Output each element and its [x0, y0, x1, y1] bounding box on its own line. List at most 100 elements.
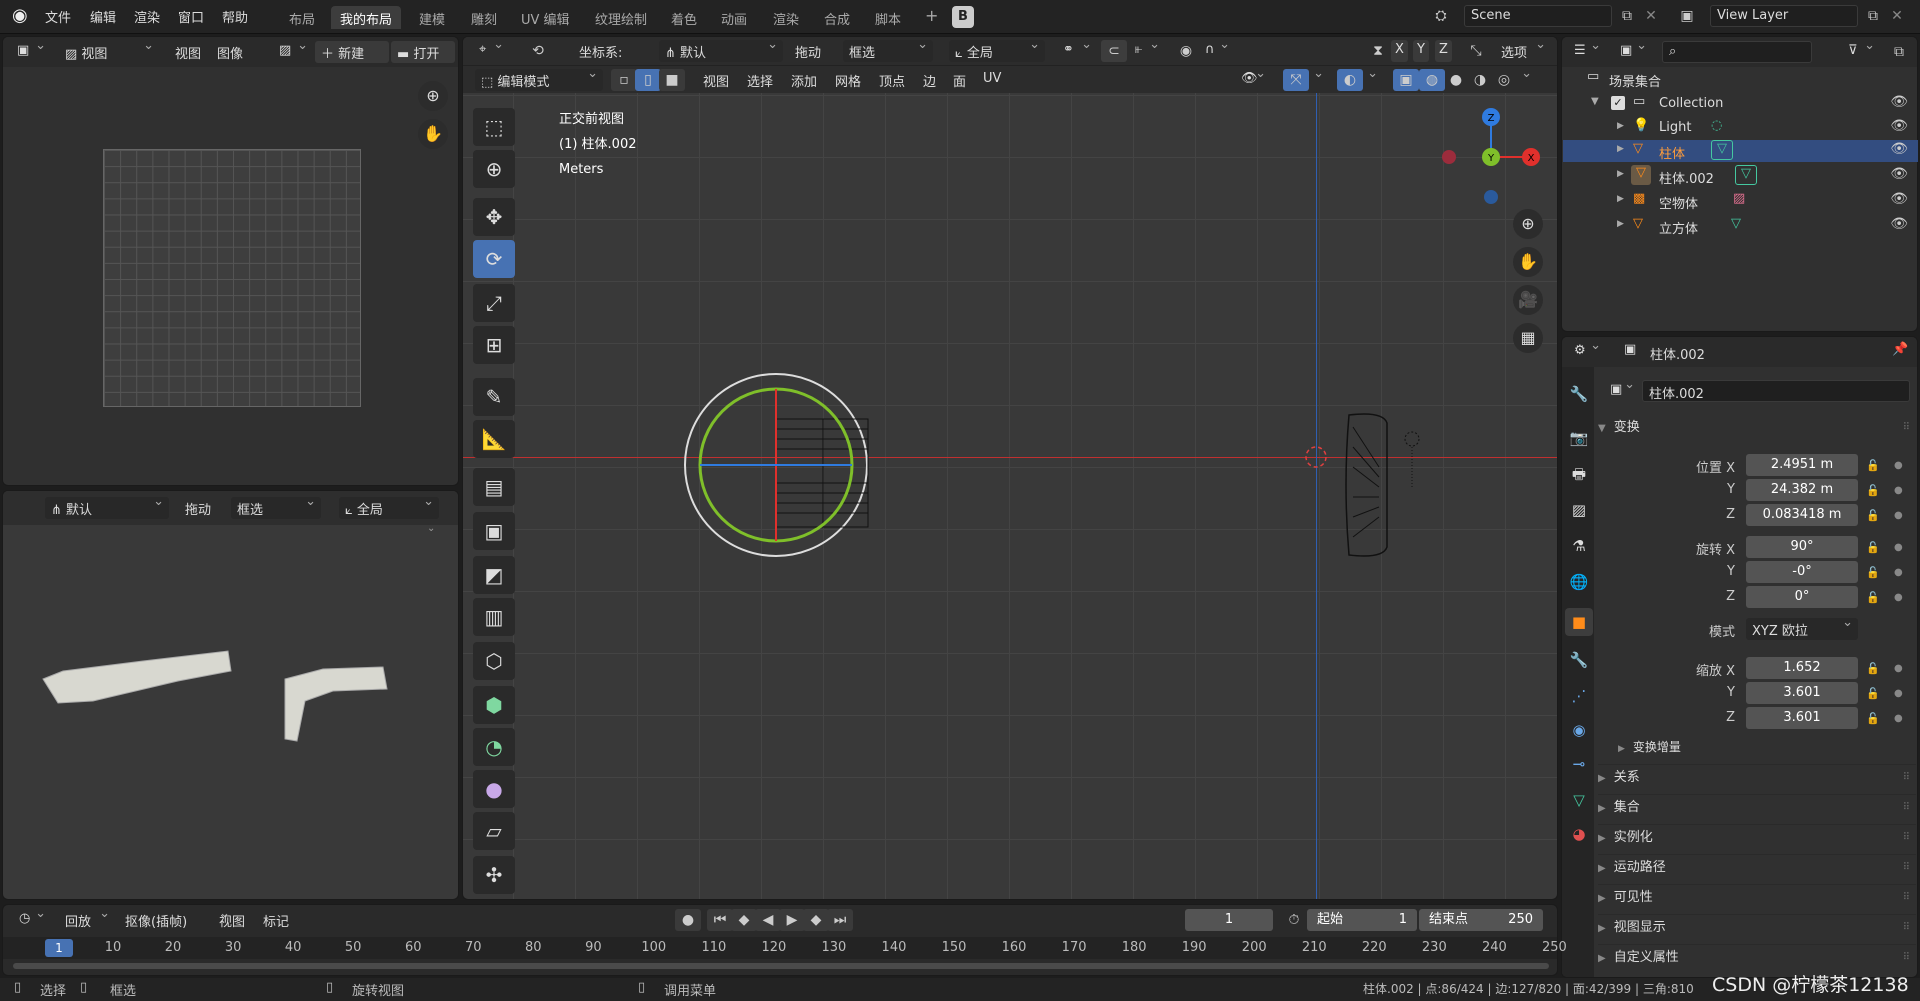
drag-grip-icon[interactable]: ⠿ — [1903, 855, 1910, 881]
bevel-tool[interactable]: ◩ — [473, 556, 515, 594]
inset-tool[interactable]: ▣ — [473, 512, 515, 550]
tab-modeling[interactable]: 建模 — [410, 6, 454, 29]
orientation-dropdown[interactable]: ⋔ 默认 — [45, 494, 169, 519]
keyframe-dot-icon[interactable]: ● — [1894, 485, 1903, 496]
remove-view-layer-icon[interactable]: ✕ — [1884, 5, 1910, 27]
snap-target-dropdown[interactable]: ⫦ — [1129, 37, 1165, 62]
new-collection-icon[interactable]: ⧉ — [1886, 41, 1912, 63]
menu-image[interactable]: 图像 — [211, 41, 249, 63]
image-icon[interactable]: ▨ — [1733, 191, 1745, 206]
lock-icon[interactable]: 🔓 — [1866, 687, 1880, 700]
navigation-gizmo[interactable]: Z X Y — [1441, 95, 1551, 205]
menu-mesh[interactable]: 网格 — [829, 69, 867, 91]
overlay-dropdown[interactable] — [1363, 66, 1383, 91]
auto-merge-icon[interactable]: ⤡ — [1463, 40, 1489, 62]
expand-arrow-icon[interactable]: ▶ — [1617, 219, 1624, 229]
eye-icon[interactable]: 👁 — [1890, 166, 1908, 182]
orbit-icon[interactable]: ⟲ — [525, 40, 551, 62]
timeline-scrollbar[interactable] — [13, 963, 1549, 969]
drag-grip-icon[interactable]: ⠿ — [1903, 915, 1910, 941]
xray-toggle-icon[interactable]: ▣ — [1393, 69, 1419, 91]
gizmo-neg-z-icon[interactable] — [1484, 190, 1498, 204]
constraints-tab-icon[interactable]: ⊸ — [1565, 750, 1593, 778]
menu-file[interactable]: 文件 — [45, 7, 71, 26]
filter-dropdown[interactable]: ⊽ — [1842, 38, 1880, 63]
menu-window[interactable]: 窗口 — [178, 7, 204, 26]
drag-grip-icon[interactable]: ⠿ — [1903, 885, 1910, 911]
select-mode-dropdown[interactable]: 框选 — [231, 494, 321, 519]
pin-icon[interactable]: 📌 — [1892, 342, 1908, 357]
rotation-mode-dropdown[interactable]: XYZ 欧拉 — [1746, 615, 1858, 640]
menu-add[interactable]: 添加 — [785, 69, 823, 91]
play-icon[interactable]: ▶ — [779, 909, 805, 931]
menu-view[interactable]: 视图 — [697, 69, 735, 91]
view-layer-name-field[interactable]: View Layer — [1710, 5, 1858, 27]
view-layer-icon[interactable]: ▣ — [1674, 5, 1700, 27]
menu-marker[interactable]: 标记 — [257, 909, 295, 931]
keyframe-dot-icon[interactable]: ● — [1894, 688, 1903, 699]
ortho-toggle-icon[interactable]: ▦ — [1513, 323, 1543, 353]
menu-edit[interactable]: 编辑 — [90, 7, 116, 26]
tab-rendering[interactable]: 渲染 — [764, 6, 808, 29]
relations-section[interactable]: ▶ 关系 ⠿ — [1598, 764, 1916, 790]
material-shading-icon[interactable]: ◑ — [1467, 69, 1493, 91]
scale-z-field[interactable]: 3.601 — [1746, 707, 1858, 729]
image-browse-dropdown[interactable]: ▨ — [273, 38, 313, 63]
location-x-field[interactable]: 2.4951 m — [1746, 454, 1858, 476]
expand-arrow-icon[interactable]: ▶ — [1617, 194, 1624, 204]
measure-tool[interactable]: 📐 — [473, 420, 515, 458]
select-box-tool[interactable]: ⬚ — [473, 108, 515, 146]
jump-start-icon[interactable]: ⏮ — [707, 909, 733, 931]
select-mode-dropdown[interactable]: 框选 — [843, 37, 933, 62]
menu-view[interactable]: 视图 — [169, 41, 207, 63]
menu-select[interactable]: 选择 — [741, 69, 779, 91]
keyframe-dot-icon[interactable]: ● — [1894, 567, 1903, 578]
move-tool[interactable]: ✥ — [473, 198, 515, 236]
hand-pan-icon[interactable]: ✋ — [418, 119, 448, 149]
menu-help[interactable]: 帮助 — [222, 7, 248, 26]
mirror-y-toggle[interactable]: Y — [1413, 40, 1429, 62]
cursor-tool[interactable]: ⊕ — [473, 150, 515, 188]
shear-tool[interactable]: ▱ — [473, 812, 515, 850]
new-view-layer-icon[interactable]: ⧉ — [1860, 5, 1886, 27]
scale-y-field[interactable]: 3.601 — [1746, 682, 1858, 704]
drag-grip-icon[interactable]: ⠿ — [1903, 945, 1910, 971]
timeline-editor-type-dropdown[interactable]: ◷ — [13, 906, 51, 931]
image-view-dropdown[interactable]: ▨ 视图 — [59, 38, 159, 63]
custom-properties-section[interactable]: ▶ 自定义属性 ⠿ — [1598, 944, 1916, 970]
new-image-button[interactable]: ＋ 新建 — [315, 41, 389, 63]
transform-tool[interactable]: ⊞ — [473, 326, 515, 364]
play-reverse-icon[interactable]: ◀ — [755, 909, 781, 931]
keyframe-dot-icon[interactable]: ● — [1894, 592, 1903, 603]
lock-icon[interactable]: 🔓 — [1866, 484, 1880, 497]
eye-icon[interactable]: 👁 — [1890, 94, 1908, 110]
open-image-button[interactable]: ▬ 打开 — [391, 41, 455, 63]
checkbox-icon[interactable]: ✓ — [1611, 96, 1625, 110]
material-tab-icon[interactable]: ◕ — [1565, 820, 1593, 848]
visibility-dropdown[interactable]: 👁 — [1235, 66, 1271, 91]
transform-space-dropdown[interactable]: ⟀ 全局 — [339, 494, 439, 519]
location-z-field[interactable]: 0.083418 m — [1746, 504, 1858, 526]
transform-space-dropdown[interactable]: ⟀ 全局 — [949, 37, 1045, 62]
solid-shading-icon[interactable]: ● — [1443, 69, 1469, 91]
expand-arrow-icon[interactable]: ▶ — [1617, 169, 1624, 179]
delta-transform-subpanel[interactable]: ▶ 变换增量 — [1618, 736, 1916, 758]
remove-scene-icon[interactable]: ✕ — [1638, 5, 1664, 27]
wireframe-shading-icon[interactable]: ◍ — [1419, 69, 1445, 91]
snap-pivot-dropdown[interactable]: ⚭ — [1057, 37, 1097, 62]
menu-edge[interactable]: 边 — [917, 69, 942, 91]
mesh-data-icon[interactable]: ▽ — [1711, 140, 1733, 160]
vertex-select-icon[interactable]: ▫ — [611, 69, 637, 91]
camera-view-icon[interactable]: 🎥 — [1513, 285, 1543, 315]
lock-icon[interactable]: 🔓 — [1866, 566, 1880, 579]
render-tab-icon[interactable]: 📷 — [1565, 424, 1593, 452]
poly-build-tool[interactable]: ⬢ — [473, 686, 515, 724]
gizmo-neg-x-icon[interactable] — [1442, 150, 1456, 164]
add-workspace-button[interactable]: + — [916, 3, 947, 26]
tab-sculpt[interactable]: 雕刻 — [462, 6, 506, 29]
rendered-shading-icon[interactable]: ◎ — [1491, 69, 1517, 91]
end-frame-field[interactable]: 结束点 250 — [1419, 909, 1543, 931]
orientation-dropdown[interactable]: ⋔ 默认 — [659, 37, 783, 62]
particles-tab-icon[interactable]: ⋰ — [1565, 682, 1593, 710]
outliner-item-cylinder[interactable]: ▶ ▽ 柱体 ▽ 👁 — [1563, 140, 1918, 162]
